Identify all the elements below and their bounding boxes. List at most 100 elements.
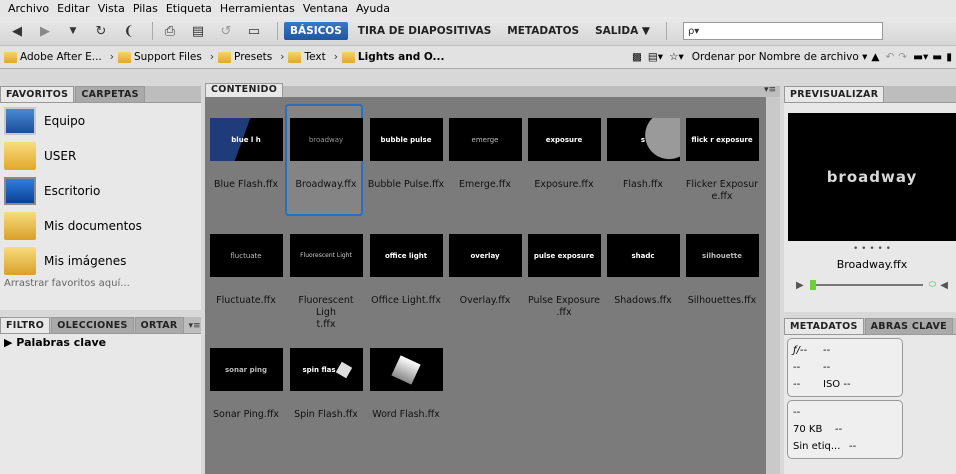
thumbnail-label: Flicker Exposur e.ffx (685, 179, 759, 202)
thumbnail-item[interactable]: office light Office Light.ffx (367, 234, 445, 307)
boomerang-icon[interactable]: ❨ (118, 21, 140, 41)
thumbnail-item[interactable]: fluctuate Fluctuate.ffx (207, 234, 285, 307)
back-arrow-icon[interactable]: ◀ (6, 21, 28, 41)
menu-ventana[interactable]: Ventana (299, 2, 352, 15)
preview-image: broadway (788, 113, 956, 241)
thumbnail-item[interactable]: blue l h Blue Flash.ffx (207, 118, 285, 191)
filter-icon[interactable]: ▤▾ (648, 51, 663, 63)
breadcrumb-label: Adobe After E... (20, 51, 102, 63)
tab-exportar[interactable]: ORTAR (134, 317, 184, 333)
thumbnail-item[interactable]: pulse exposure Pulse Exposure .ffx (525, 234, 603, 319)
tab-carpetas[interactable]: CARPETAS (75, 86, 145, 102)
breadcrumb-item[interactable]: Support Files (117, 51, 202, 63)
tab-colecciones[interactable]: OLECCIONES (51, 317, 134, 333)
preview-dots: • • • • • (853, 244, 891, 254)
thumbnail-item[interactable]: sonar ping Sonar Ping.ffx (207, 348, 285, 421)
new-folder-icon[interactable]: ▬ (932, 51, 942, 63)
camera-icon[interactable]: ⎙ (159, 21, 181, 41)
tab-favoritos[interactable]: FAVORITOS (0, 86, 75, 102)
rotate-icon[interactable]: ↺ (215, 21, 237, 41)
thumbnail-item[interactable]: broadway Broadway.ffx (287, 118, 365, 191)
workspace-tira[interactable]: TIRA DE DIAPOSITIVAS (352, 22, 498, 40)
content-panel-header: CONTENIDO ▾≡ (205, 83, 780, 98)
toolbar: ◀ ▶ ▼ ↻ ❨ ⎙ ▤ ↺ ▭ BÁSICOS TIRA DE DIAPOS… (0, 17, 956, 45)
thumbnail-image: broadway (289, 118, 363, 161)
folder-icon (4, 141, 36, 170)
rotate-right-icon[interactable]: ↷ (898, 51, 907, 63)
breadcrumb-item[interactable]: Lights and O... (341, 51, 445, 63)
thumbnail-item[interactable]: Word Flash.ffx (367, 348, 445, 421)
star-icon[interactable]: ☆▾ (669, 51, 684, 63)
sort-direction-icon[interactable]: ▲ (871, 51, 879, 63)
favorite-mis-imagenes[interactable]: Mis imágenes (0, 243, 201, 278)
tab-metadatos[interactable]: METADATOS (784, 318, 864, 334)
workspace-salida[interactable]: SALIDA ▼ (589, 22, 656, 40)
meta-value: ƒ/-- (793, 345, 808, 356)
menu-etiqueta[interactable]: Etiqueta (162, 2, 216, 15)
filter-tabs: FILTRO OLECCIONES ORTAR ▾≡ (0, 317, 201, 334)
thumbnail-item[interactable]: emerge Emerge.ffx (446, 118, 524, 191)
playhead-slider[interactable] (809, 280, 923, 290)
menu-archivo[interactable]: Archivo (4, 2, 53, 15)
menu-editar[interactable]: Editar (53, 2, 94, 15)
thumbnail-item[interactable]: bubble pulse Bubble Pulse.ffx (367, 118, 445, 191)
favorite-mis-documentos[interactable]: Mis documentos (0, 208, 201, 243)
tab-previsualizar[interactable]: PREVISUALIZAR (784, 86, 885, 102)
search-input[interactable]: ρ▾ (682, 22, 883, 40)
metadata-tabs: METADATOS ABRAS CLAVE (784, 318, 956, 335)
thumbnail-item[interactable]: Fluorescent Light Fluorescent Ligh t.ffx (287, 234, 365, 331)
filter-item-keywords[interactable]: ▶ Palabras clave (0, 334, 201, 351)
breadcrumb-label: Lights and O... (357, 51, 445, 63)
thumbnail-label: Fluctuate.ffx (216, 295, 276, 306)
thumbnail-item[interactable]: spin flas Spin Flash.ffx (287, 348, 365, 421)
sort-dropdown[interactable]: Ordenar por Nombre de archivo ▾ (692, 51, 868, 63)
breadcrumb-item[interactable]: Adobe After E... (4, 51, 102, 63)
panel-menu-icon[interactable]: ▾≡ (760, 85, 780, 97)
thumbnail-item[interactable]: s Flash.ffx (604, 118, 682, 191)
favorite-label: Mis documentos (44, 218, 142, 233)
thumbnail-image: overlay (448, 234, 522, 277)
thumbnail-quality-icon[interactable]: ▩ (632, 51, 642, 63)
thumbnail-item[interactable]: overlay Overlay.ffx (446, 234, 524, 307)
workspace-metadatos[interactable]: METADATOS (501, 22, 585, 40)
thumbnail-image: emerge (448, 118, 522, 161)
thumbnail-image: flick r exposure (685, 118, 759, 161)
workspace-basicos[interactable]: BÁSICOS (284, 22, 348, 40)
recent-icon[interactable]: ↻ (90, 21, 112, 41)
volume-icon[interactable]: ◀ (940, 280, 948, 291)
thumbnail-item[interactable]: shadc Shadows.ffx (604, 234, 682, 307)
favorite-user[interactable]: USER (0, 138, 201, 173)
menu-pilas[interactable]: Pilas (129, 2, 162, 15)
metadata-panel: METADATOS ABRAS CLAVE ƒ/-- -- -- -- -- ISO … (784, 318, 956, 474)
loop-icon[interactable]: ⬭ (929, 280, 937, 290)
breadcrumb-item[interactable]: Presets (218, 51, 272, 63)
thumbnail-item[interactable]: exposure Exposure.ffx (525, 118, 603, 191)
tab-palabras-clave[interactable]: ABRAS CLAVE (864, 318, 953, 334)
tab-contenido[interactable]: CONTENIDO (205, 83, 284, 97)
tab-filtro[interactable]: FILTRO (0, 317, 51, 333)
rotate-left-icon[interactable]: ↶ (885, 51, 894, 63)
play-icon[interactable]: ▶ (796, 280, 804, 291)
preview-filename: Broadway.ffx (836, 258, 908, 271)
breadcrumb-item[interactable]: Text (288, 51, 326, 63)
refine-icon[interactable]: ▤ (187, 21, 209, 41)
panel-menu-icon[interactable]: ▾≡ (185, 319, 205, 333)
thumbnail-item[interactable]: flick r exposure Flicker Exposur e.ffx (683, 118, 761, 203)
favorite-escritorio[interactable]: Escritorio (0, 173, 201, 208)
delete-icon[interactable]: ▮ (946, 51, 952, 63)
favorite-label: Mis imágenes (44, 253, 127, 268)
dropdown-arrow-icon[interactable]: ▼ (62, 21, 84, 41)
menu-ayuda[interactable]: Ayuda (352, 2, 394, 15)
thumbnail-image: s (606, 118, 680, 161)
breadcrumb-label: Support Files (133, 51, 202, 63)
forward-arrow-icon[interactable]: ▶ (34, 21, 56, 41)
menu-herramientas[interactable]: Herramientas (216, 2, 299, 15)
content-scrollbar[interactable] (766, 97, 780, 474)
menu-vista[interactable]: Vista (94, 2, 129, 15)
meta-value: -- (823, 345, 831, 356)
output-icon[interactable]: ▭ (243, 21, 265, 41)
favorite-equipo[interactable]: Equipo (0, 103, 201, 138)
thumbnail-item[interactable]: silhouette Silhouettes.ffx (683, 234, 761, 307)
thumbnail-label: Broadway.ffx (295, 179, 357, 190)
folder-open-icon[interactable]: ▬▾ (913, 51, 928, 63)
